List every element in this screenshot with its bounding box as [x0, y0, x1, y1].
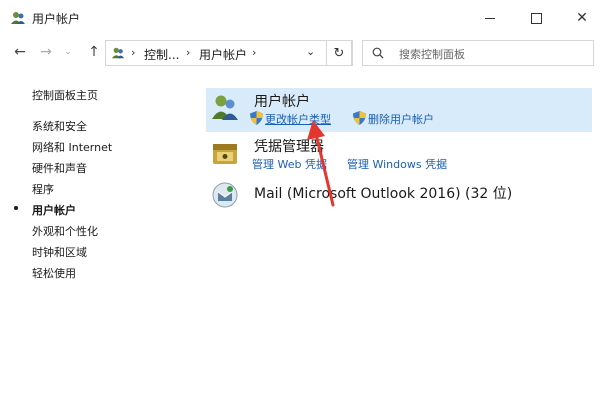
address-bar[interactable]: › 控制... › 用户帐户 › ⌄: [105, 40, 353, 66]
user-accounts-icon: [212, 95, 238, 120]
maximize-icon: [530, 12, 542, 24]
sidebar-item-ease-of-access[interactable]: 轻松使用: [32, 265, 76, 281]
breadcrumb-user-accounts[interactable]: 用户帐户: [199, 46, 247, 63]
search-icon: [372, 47, 384, 59]
uac-shield-icon: [250, 111, 263, 125]
user-accounts-icon: [111, 47, 125, 59]
sidebar-item-system-security[interactable]: 系统和安全: [32, 118, 87, 134]
manage-windows-credentials-link[interactable]: 管理 Windows 凭据: [347, 156, 447, 172]
uac-shield-icon: [353, 111, 366, 125]
back-button[interactable]: ←: [10, 42, 30, 62]
window-title: 用户帐户: [32, 12, 81, 26]
up-button[interactable]: ↑: [84, 42, 104, 62]
manage-web-credentials-link[interactable]: 管理 Web 凭据: [252, 156, 327, 172]
user-accounts-title[interactable]: 用户帐户: [254, 91, 310, 111]
control-panel-window: 用户帐户 ✕ ← → ⌄ ↑ › 控制... › 用户帐户 › ⌄ ↻ 搜索控制…: [0, 0, 609, 415]
refresh-button[interactable]: ↻: [326, 40, 352, 66]
forward-button[interactable]: →: [36, 42, 56, 62]
close-button[interactable]: ✕: [564, 6, 600, 30]
breadcrumb-separator[interactable]: ›: [131, 46, 135, 59]
sidebar-item-network-internet[interactable]: 网络和 Internet: [32, 139, 112, 155]
mail-icon: [212, 182, 238, 208]
breadcrumb-separator[interactable]: ›: [186, 46, 190, 59]
minimize-icon: [485, 17, 495, 19]
remove-user-accounts-link[interactable]: 删除用户帐户: [368, 111, 434, 127]
user-accounts-app-icon: [11, 12, 25, 24]
maximize-button[interactable]: [518, 6, 554, 30]
sidebar-item-appearance[interactable]: 外观和个性化: [32, 223, 98, 239]
minimize-button[interactable]: [472, 6, 508, 30]
sidebar-item-programs[interactable]: 程序: [32, 181, 54, 197]
breadcrumb-control-panel[interactable]: 控制...: [144, 46, 179, 63]
search-input[interactable]: [397, 43, 591, 65]
sidebar-item-clock-region[interactable]: 时钟和区域: [32, 244, 87, 260]
credential-manager-title[interactable]: 凭据管理器: [254, 136, 324, 156]
mail-outlook-title[interactable]: Mail (Microsoft Outlook 2016) (32 位): [254, 183, 512, 203]
sidebar-item-hardware-sound[interactable]: 硬件和声音: [32, 160, 87, 176]
recent-locations-button[interactable]: ⌄: [58, 42, 78, 62]
change-account-type-link[interactable]: 更改帐户类型: [265, 111, 331, 127]
sidebar-item-control-panel-home[interactable]: 控制面板主页: [32, 87, 98, 103]
navigation-bar: ← → ⌄ ↑ › 控制... › 用户帐户 › ⌄ ↻: [0, 36, 609, 68]
address-dropdown-button[interactable]: ⌄: [306, 45, 315, 58]
search-box[interactable]: [362, 40, 594, 66]
credential-manager-icon: [213, 144, 237, 164]
current-page-bullet: [14, 206, 18, 210]
breadcrumb-separator[interactable]: ›: [252, 46, 256, 59]
sidebar-item-user-accounts[interactable]: 用户帐户: [32, 202, 76, 218]
title-bar: 用户帐户 ✕: [0, 0, 609, 36]
